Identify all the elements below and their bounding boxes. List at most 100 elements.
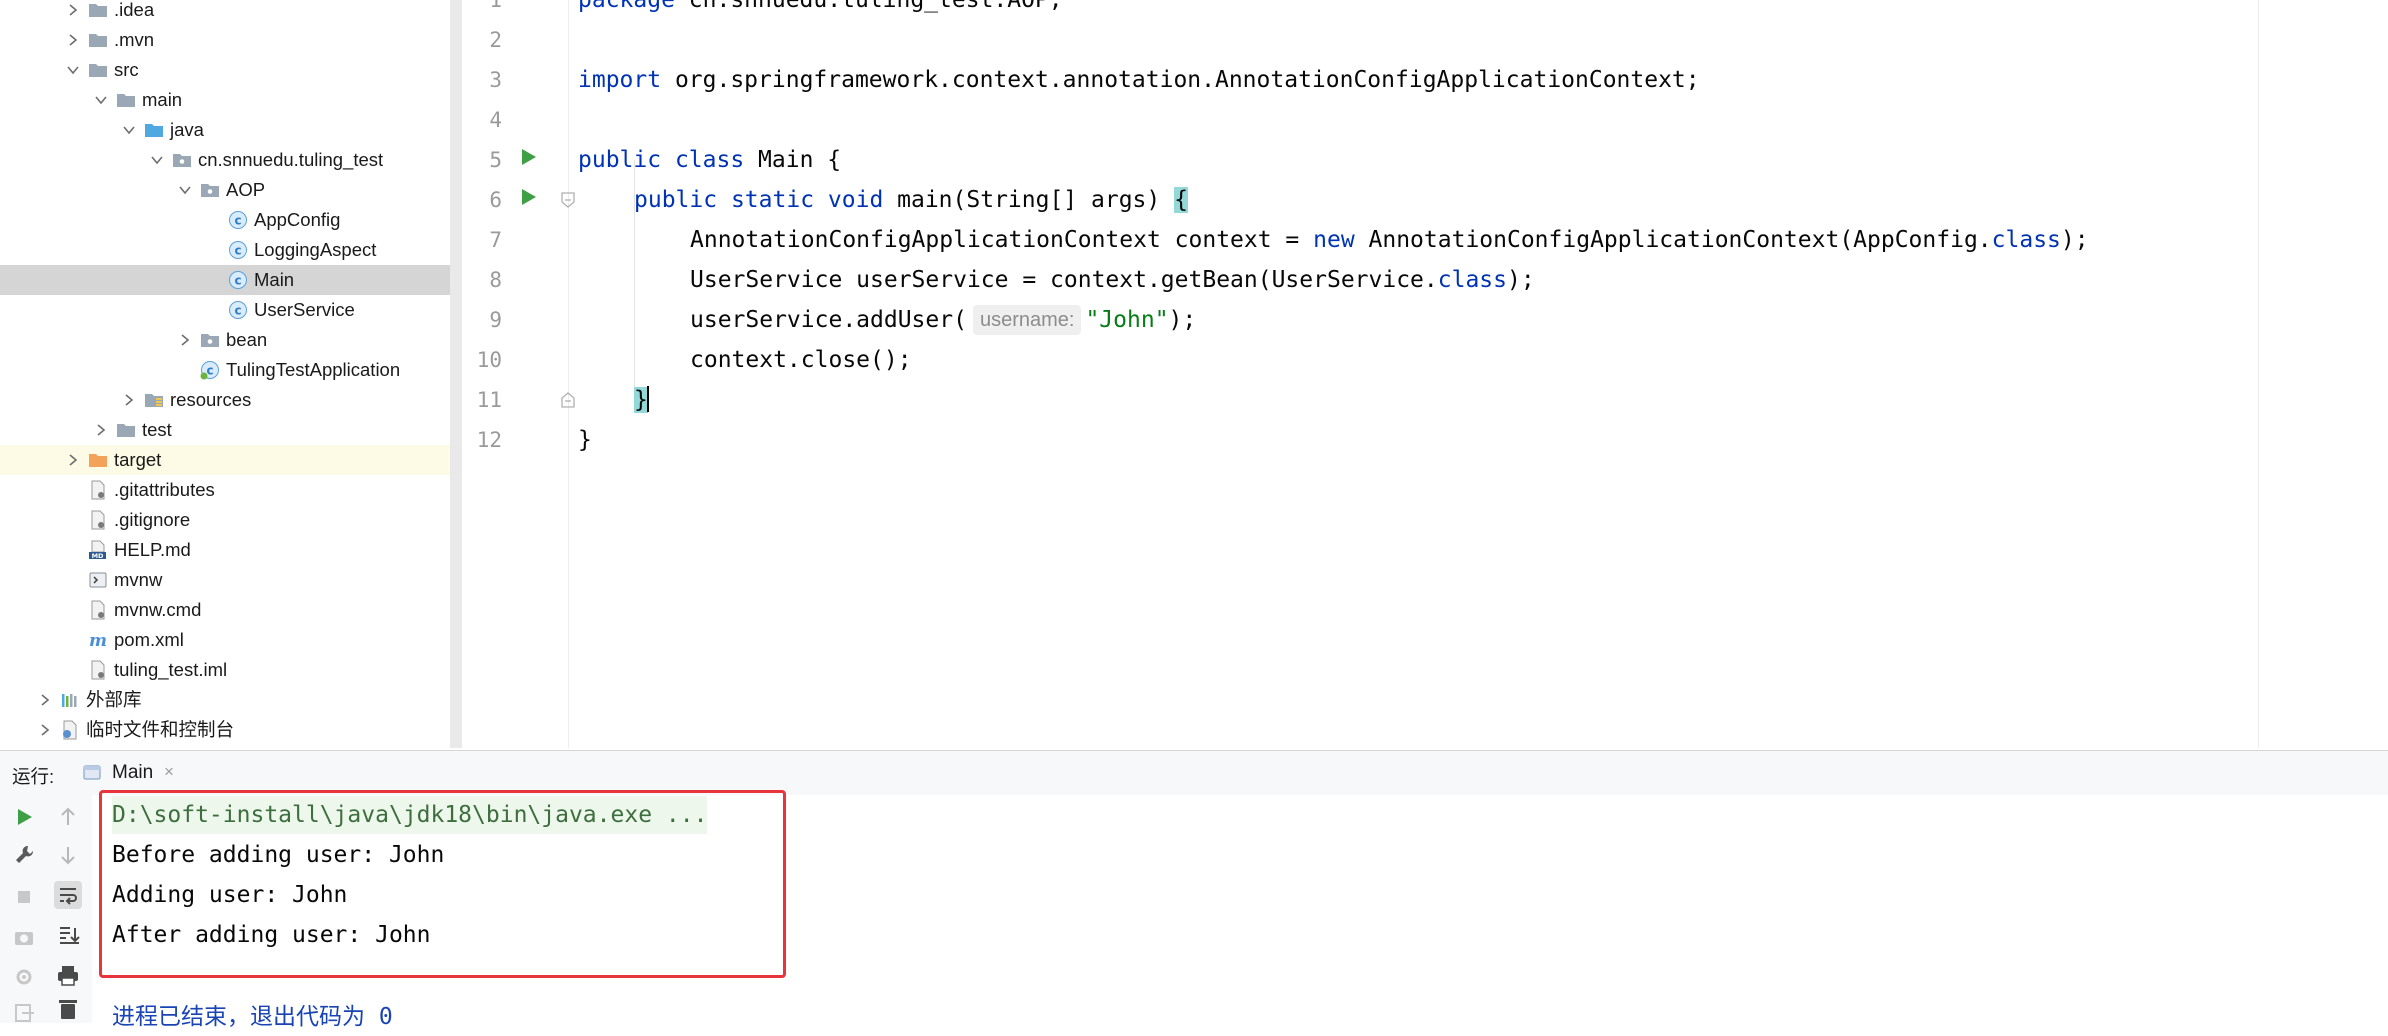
rerun-icon[interactable] (10, 803, 38, 831)
code-text: cn.snnuedu.tuling_test.AOP; (674, 0, 1063, 13)
tree-item[interactable]: resources (0, 385, 452, 415)
fold-icon[interactable] (559, 191, 577, 209)
tree-item[interactable]: .gitignore (0, 505, 452, 535)
camera-icon[interactable] (10, 923, 38, 951)
tree-item-label: .gitattributes (114, 479, 215, 500)
chevron-right-icon[interactable] (65, 2, 81, 18)
soft-wrap-icon[interactable] (54, 881, 82, 909)
wrench-icon[interactable] (10, 841, 38, 869)
right-margin-line (2258, 0, 2259, 748)
library-icon (60, 690, 80, 710)
chevron-right-icon[interactable] (65, 32, 81, 48)
tree-item[interactable]: cn.snnuedu.tuling_test (0, 145, 452, 175)
tree-item-label: pom.xml (114, 629, 184, 650)
arrow-down-icon[interactable] (54, 841, 82, 869)
file-icon (88, 510, 108, 530)
file-icon (88, 480, 108, 500)
arrow-up-icon[interactable] (54, 803, 82, 831)
line-number: 9 (489, 308, 502, 332)
chevron-right-icon[interactable] (37, 692, 53, 708)
stop-icon[interactable] (10, 883, 38, 911)
tree-item-label: HELP.md (114, 539, 191, 560)
tree-item[interactable]: java (0, 115, 452, 145)
code-text: AnnotationConfigApplicationContext conte… (690, 227, 1314, 253)
chevron-right-icon[interactable] (121, 392, 137, 408)
chevron-down-icon[interactable] (121, 122, 137, 138)
tree-item[interactable]: test (0, 415, 452, 445)
tree-item-label: AppConfig (254, 209, 341, 230)
tree-item-label: 临时文件和控制台 (86, 719, 235, 740)
tree-item-label: Main (254, 269, 295, 290)
tree-item[interactable]: tuling_test.iml (0, 655, 452, 685)
tree-item[interactable]: c LoggingAspect (0, 235, 452, 265)
keyword: package (578, 0, 675, 13)
trash-icon[interactable] (54, 995, 82, 1023)
tree-item[interactable]: main (0, 85, 452, 115)
tree-item-label: bean (226, 329, 268, 350)
chevron-right-icon[interactable] (93, 422, 109, 438)
print-icon[interactable] (54, 961, 82, 989)
spring-class-icon: c (200, 360, 220, 380)
settings-icon[interactable] (10, 963, 38, 991)
tree-item[interactable]: c UserService (0, 295, 452, 325)
chevron-right-icon[interactable] (177, 332, 193, 348)
markdown-icon: MD (88, 540, 108, 560)
run-gutter-icon[interactable] (517, 186, 539, 208)
chevron-down-icon[interactable] (149, 152, 165, 168)
line-number: 3 (489, 68, 502, 92)
chevron-down-icon[interactable] (65, 62, 81, 78)
code-text: Main { (744, 147, 842, 173)
tree-item-label: mvnw (114, 569, 163, 590)
tree-item[interactable]: .mvn (0, 25, 452, 55)
code-text: AnnotationConfigApplicationContext(AppCo… (1354, 227, 1992, 253)
tree-item[interactable]: .gitattributes (0, 475, 452, 505)
tree-item-label: TulingTestApplication (226, 359, 401, 380)
tree-item[interactable]: c AppConfig (0, 205, 452, 235)
code-text: } (578, 427, 592, 453)
tree-item[interactable]: mvnw.cmd (0, 595, 452, 625)
tree-item[interactable]: 外部库 (0, 685, 452, 715)
tree-item-label: .idea (114, 0, 155, 20)
matched-brace: } (634, 387, 648, 413)
fold-icon[interactable] (559, 391, 577, 409)
code-line-9: userService.addUser(username: "John"); (690, 300, 1196, 340)
tree-item-label: LoggingAspect (254, 239, 377, 260)
tree-item[interactable]: m pom.xml (0, 625, 452, 655)
line-number: 8 (489, 268, 502, 292)
code-line-7: AnnotationConfigApplicationContext conte… (690, 220, 2089, 260)
tree-item[interactable]: .idea (0, 0, 452, 25)
line-number: 12 (476, 428, 502, 452)
code-text: UserService userService = context.getBea… (690, 267, 1438, 293)
tree-item-label: src (114, 59, 139, 80)
tree-item[interactable]: bean (0, 325, 452, 355)
chevron-right-icon[interactable] (65, 452, 81, 468)
code-text: userService.addUser( (690, 307, 967, 333)
tree-item[interactable]: MD HELP.md (0, 535, 452, 565)
chevron-down-icon[interactable] (177, 182, 193, 198)
chevron-right-icon[interactable] (37, 722, 53, 738)
annotation-highlight-box (99, 790, 786, 978)
package-icon (200, 180, 220, 200)
package-icon (200, 330, 220, 350)
code-line-5: public class Main { (578, 140, 841, 180)
tree-item[interactable]: mvnw (0, 565, 452, 595)
run-gutter-icon[interactable] (517, 146, 539, 168)
line-number: 5 (489, 148, 502, 172)
tree-item[interactable]: target (0, 445, 452, 475)
svg-text:c: c (234, 244, 241, 258)
tree-scrollbar[interactable] (450, 0, 462, 748)
tree-item[interactable]: c TulingTestApplication (0, 355, 452, 385)
folder-icon (116, 90, 136, 110)
chevron-down-icon[interactable] (93, 92, 109, 108)
tree-item[interactable]: 临时文件和控制台 (0, 715, 452, 745)
class-icon: c (228, 270, 248, 290)
tree-item[interactable]: c Main (0, 265, 452, 295)
line-number: 4 (489, 108, 502, 132)
scroll-to-end-icon[interactable] (54, 921, 82, 949)
tree-item-label: tuling_test.iml (114, 659, 228, 680)
tree-item[interactable]: src (0, 55, 452, 85)
close-icon[interactable]: × (164, 762, 174, 782)
tree-item[interactable]: AOP (0, 175, 452, 205)
tree-item-label: java (170, 119, 204, 140)
code-line-6: public static void main(String[] args) { (634, 180, 1188, 220)
